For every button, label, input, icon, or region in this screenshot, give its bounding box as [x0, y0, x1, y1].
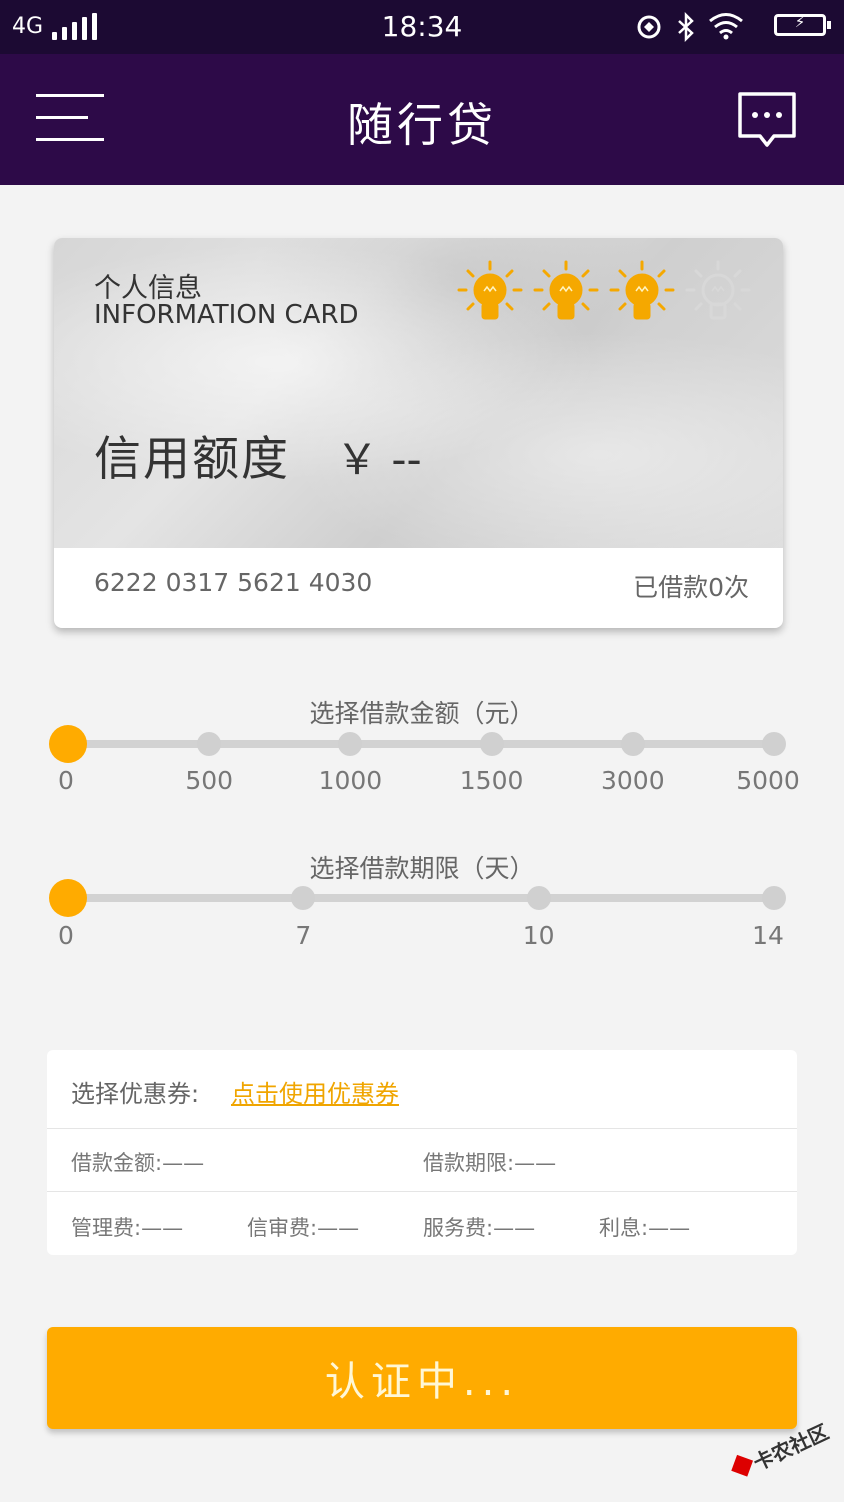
slider-tick-label: 10: [522, 921, 555, 950]
slider-stop[interactable]: [762, 732, 786, 756]
loan-term-field: 借款期限:——: [423, 1151, 557, 1175]
bluetooth-icon: [678, 12, 694, 42]
slider-stop[interactable]: [197, 732, 222, 756]
slider-thumb[interactable]: [49, 725, 87, 763]
lightbulb-icon: [456, 260, 524, 328]
card-face: 个人信息 INFORMATION CARD 信用额度 ￥ --: [54, 238, 783, 548]
app-header: 随行贷: [0, 54, 844, 185]
slider-tick-label: 5000: [736, 766, 800, 795]
use-coupon-link[interactable]: 点击使用优惠券: [231, 1074, 399, 1109]
slider-tick-label: 7: [295, 921, 312, 950]
slider-tick-label: 1500: [459, 766, 524, 795]
wifi-icon: [709, 13, 743, 40]
credit-limit-value: ￥ --: [336, 435, 422, 484]
borrow-count: 已借款0次: [633, 573, 749, 602]
review-fee-field: 信审费:——: [247, 1216, 360, 1240]
status-bar: 4G 18:34 ⚡: [0, 0, 844, 54]
service-fee-field: 服务费:——: [423, 1216, 536, 1240]
rotation-lock-icon: [637, 15, 661, 39]
charging-icon: ⚡: [794, 13, 806, 31]
information-card: 个人信息 INFORMATION CARD 信用额度 ￥ -- 6222 031…: [54, 238, 783, 628]
slider-stop[interactable]: [620, 732, 645, 756]
slider-stop[interactable]: [479, 732, 504, 756]
lightbulb-icon: [608, 260, 676, 328]
slider-tick-label: 1000: [318, 766, 383, 795]
loan-details-panel: 选择优惠券: 点击使用优惠券 借款金额:—— 借款期限:—— 管理费:—— 信审…: [47, 1050, 797, 1255]
interest-field: 利息:——: [599, 1216, 691, 1240]
credit-limit-label: 信用额度: [94, 432, 290, 487]
divider: [47, 1128, 797, 1129]
card-number: 6222 0317 5621 4030: [94, 568, 373, 597]
submit-button[interactable]: 认证中...: [47, 1327, 797, 1429]
loan-amount-field: 借款金额:——: [71, 1151, 205, 1175]
slider-track[interactable]: [68, 740, 774, 748]
slider-track[interactable]: [68, 894, 774, 902]
amount-slider-title: 选择借款金额（元）: [309, 699, 535, 728]
management-fee-field: 管理费:——: [71, 1216, 184, 1240]
message-button[interactable]: [736, 90, 798, 152]
slider-tick-label: 0: [58, 766, 74, 795]
slider-stop[interactable]: [291, 886, 316, 910]
coupon-row: 选择优惠券: 点击使用优惠券: [47, 1050, 797, 1128]
slider-stop[interactable]: [526, 886, 551, 910]
slider-thumb[interactable]: [49, 879, 87, 917]
slider-tick-label: 0: [58, 921, 74, 950]
term-slider-title: 选择借款期限（天）: [309, 854, 535, 883]
card-label-en: INFORMATION CARD: [94, 300, 359, 330]
lightbulb-icon: [532, 260, 600, 328]
slider-stop[interactable]: [762, 886, 786, 910]
slider-tick-label: 500: [185, 766, 234, 795]
lightbulb-icon: [684, 260, 752, 328]
message-icon: [738, 92, 796, 147]
page-title: 随行贷: [347, 98, 497, 152]
slider-tick-label: 14: [752, 921, 784, 950]
slider-tick-label: 3000: [600, 766, 665, 795]
battery-icon: ⚡: [774, 13, 831, 36]
credit-level-bulbs: [456, 260, 756, 330]
slider-stop[interactable]: [338, 732, 363, 756]
coupon-label: 选择优惠券:: [71, 1080, 200, 1108]
divider: [47, 1191, 797, 1192]
